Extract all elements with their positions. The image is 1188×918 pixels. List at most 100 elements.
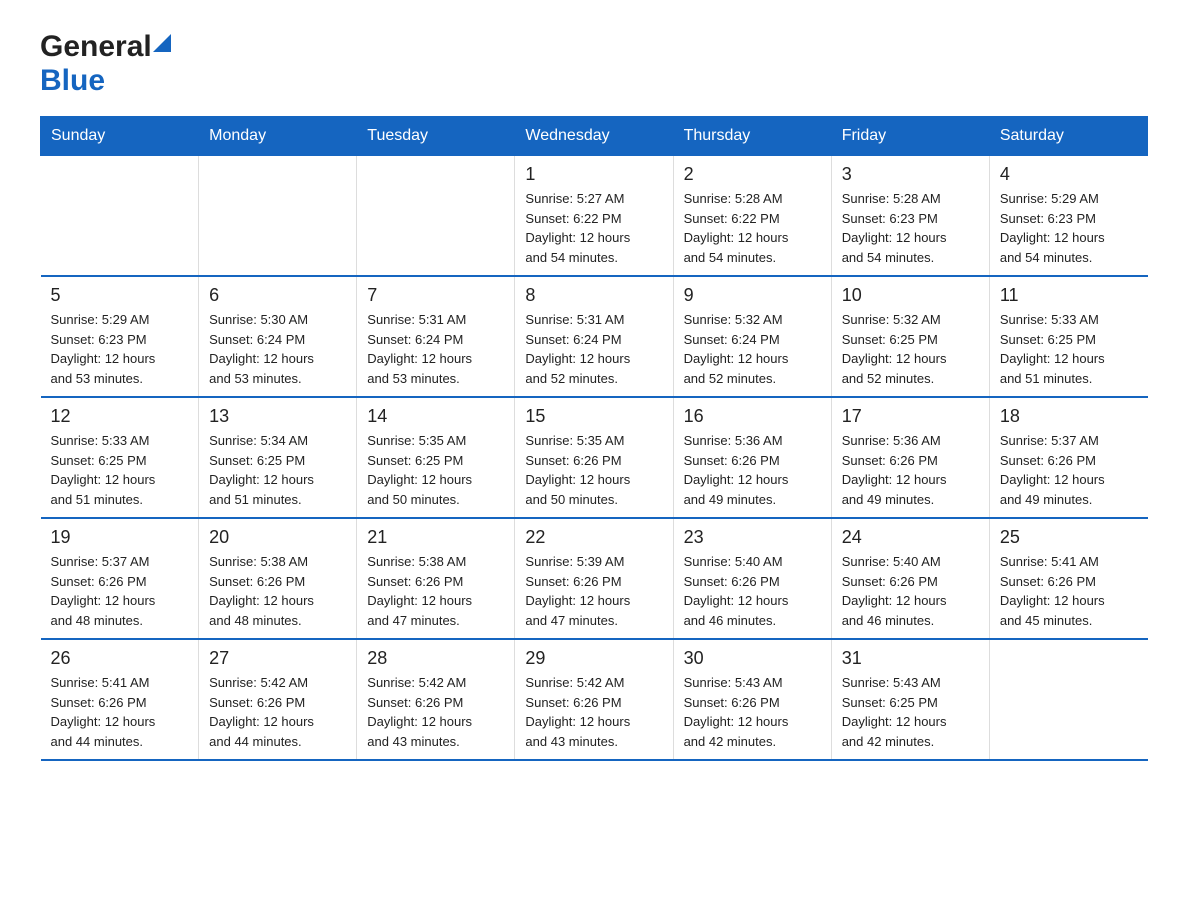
calendar-table: SundayMondayTuesdayWednesdayThursdayFrid… <box>40 116 1148 761</box>
day-number: 21 <box>367 527 504 548</box>
calendar-cell: 10Sunrise: 5:32 AM Sunset: 6:25 PM Dayli… <box>831 276 989 397</box>
day-number: 25 <box>1000 527 1138 548</box>
day-info: Sunrise: 5:39 AM Sunset: 6:26 PM Dayligh… <box>525 552 662 630</box>
calendar-cell: 24 Sunrise: 5:40 AM Sunset: 6:26 PM Dayli… <box>831 518 989 639</box>
day-number: 11 <box>1000 285 1138 306</box>
day-info: Sunrise: 5:29 AM Sunset: 6:23 PM Dayligh… <box>51 310 189 388</box>
day-number: 5 <box>51 285 189 306</box>
day-number: 31 <box>842 648 979 669</box>
day-number: 27 <box>209 648 346 669</box>
calendar-week-row: 5 Sunrise: 5:29 AM Sunset: 6:23 PM Daylig… <box>41 276 1148 397</box>
calendar-cell: 21 Sunrise: 5:38 AM Sunset: 6:26 PM Dayli… <box>357 518 515 639</box>
day-number: 12 <box>51 406 189 427</box>
day-info: Sunrise: 5:31 AM Sunset: 6:24 PM Dayligh… <box>525 310 662 388</box>
calendar-cell: 9Sunrise: 5:32 AM Sunset: 6:24 PM Daylig… <box>673 276 831 397</box>
calendar-cell: 25 Sunrise: 5:41 AM Sunset: 6:26 PM Dayli… <box>989 518 1147 639</box>
calendar-cell: 30 Sunrise: 5:43 AM Sunset: 6:26 PM Dayli… <box>673 639 831 760</box>
day-info: Sunrise: 5:35 AM Sunset: 6:26 PM Dayligh… <box>525 431 662 509</box>
day-number: 22 <box>525 527 662 548</box>
day-number: 24 <box>842 527 979 548</box>
day-info: Sunrise: 5:43 AM Sunset: 6:25 PM Dayligh… <box>842 673 979 751</box>
day-info: Sunrise: 5:31 AM Sunset: 6:24 PM Dayligh… <box>367 310 504 388</box>
column-header-tuesday: Tuesday <box>357 117 515 156</box>
calendar-week-row: 12 Sunrise: 5:33 AM Sunset: 6:25 PM Dayli… <box>41 397 1148 518</box>
day-number: 30 <box>684 648 821 669</box>
calendar-cell: 5 Sunrise: 5:29 AM Sunset: 6:23 PM Daylig… <box>41 276 199 397</box>
day-info: Sunrise: 5:37 AM Sunset: 6:26 PM Dayligh… <box>1000 431 1138 509</box>
calendar-cell <box>41 156 199 277</box>
day-number: 4 <box>1000 164 1138 185</box>
day-info: Sunrise: 5:40 AM Sunset: 6:26 PM Dayligh… <box>684 552 821 630</box>
calendar-header-row: SundayMondayTuesdayWednesdayThursdayFrid… <box>41 117 1148 156</box>
day-info: Sunrise: 5:43 AM Sunset: 6:26 PM Dayligh… <box>684 673 821 751</box>
calendar-cell: 3 Sunrise: 5:28 AM Sunset: 6:23 PM Daylig… <box>831 156 989 277</box>
calendar-cell: 1 Sunrise: 5:27 AM Sunset: 6:22 PM Daylig… <box>515 156 673 277</box>
day-number: 7 <box>367 285 504 306</box>
calendar-cell: 22 Sunrise: 5:39 AM Sunset: 6:26 PM Dayli… <box>515 518 673 639</box>
day-number: 8 <box>525 285 662 306</box>
calendar-cell: 29Sunrise: 5:42 AM Sunset: 6:26 PM Dayli… <box>515 639 673 760</box>
day-number: 29 <box>525 648 662 669</box>
day-number: 20 <box>209 527 346 548</box>
logo: General Blue <box>40 30 172 98</box>
calendar-cell <box>357 156 515 277</box>
calendar-cell: 16 Sunrise: 5:36 AM Sunset: 6:26 PM Dayli… <box>673 397 831 518</box>
day-info: Sunrise: 5:28 AM Sunset: 6:22 PM Dayligh… <box>684 189 821 267</box>
day-info: Sunrise: 5:32 AM Sunset: 6:25 PM Dayligh… <box>842 310 979 388</box>
day-info: Sunrise: 5:34 AM Sunset: 6:25 PM Dayligh… <box>209 431 346 509</box>
day-number: 3 <box>842 164 979 185</box>
calendar-cell: 13 Sunrise: 5:34 AM Sunset: 6:25 PM Dayli… <box>199 397 357 518</box>
day-number: 1 <box>525 164 662 185</box>
calendar-week-row: 26Sunrise: 5:41 AM Sunset: 6:26 PM Dayli… <box>41 639 1148 760</box>
column-header-thursday: Thursday <box>673 117 831 156</box>
calendar-cell: 8 Sunrise: 5:31 AM Sunset: 6:24 PM Daylig… <box>515 276 673 397</box>
day-number: 17 <box>842 406 979 427</box>
day-info: Sunrise: 5:41 AM Sunset: 6:26 PM Dayligh… <box>51 673 189 751</box>
day-info: Sunrise: 5:29 AM Sunset: 6:23 PM Dayligh… <box>1000 189 1138 267</box>
column-header-monday: Monday <box>199 117 357 156</box>
calendar-cell: 7 Sunrise: 5:31 AM Sunset: 6:24 PM Daylig… <box>357 276 515 397</box>
day-number: 23 <box>684 527 821 548</box>
column-header-friday: Friday <box>831 117 989 156</box>
day-info: Sunrise: 5:36 AM Sunset: 6:26 PM Dayligh… <box>842 431 979 509</box>
day-info: Sunrise: 5:42 AM Sunset: 6:26 PM Dayligh… <box>209 673 346 751</box>
day-number: 14 <box>367 406 504 427</box>
day-info: Sunrise: 5:28 AM Sunset: 6:23 PM Dayligh… <box>842 189 979 267</box>
day-info: Sunrise: 5:42 AM Sunset: 6:26 PM Dayligh… <box>367 673 504 751</box>
day-info: Sunrise: 5:33 AM Sunset: 6:25 PM Dayligh… <box>1000 310 1138 388</box>
day-info: Sunrise: 5:37 AM Sunset: 6:26 PM Dayligh… <box>51 552 189 630</box>
day-number: 2 <box>684 164 821 185</box>
day-info: Sunrise: 5:35 AM Sunset: 6:25 PM Dayligh… <box>367 431 504 509</box>
logo-general-text: General <box>40 30 152 64</box>
calendar-cell <box>989 639 1147 760</box>
day-info: Sunrise: 5:27 AM Sunset: 6:22 PM Dayligh… <box>525 189 662 267</box>
page-header: General Blue <box>40 30 1148 98</box>
calendar-cell: 28 Sunrise: 5:42 AM Sunset: 6:26 PM Dayli… <box>357 639 515 760</box>
calendar-cell: 20Sunrise: 5:38 AM Sunset: 6:26 PM Dayli… <box>199 518 357 639</box>
day-info: Sunrise: 5:38 AM Sunset: 6:26 PM Dayligh… <box>367 552 504 630</box>
calendar-cell: 31 Sunrise: 5:43 AM Sunset: 6:25 PM Dayli… <box>831 639 989 760</box>
calendar-cell: 26Sunrise: 5:41 AM Sunset: 6:26 PM Dayli… <box>41 639 199 760</box>
day-info: Sunrise: 5:40 AM Sunset: 6:26 PM Dayligh… <box>842 552 979 630</box>
column-header-sunday: Sunday <box>41 117 199 156</box>
day-number: 16 <box>684 406 821 427</box>
calendar-week-row: 1 Sunrise: 5:27 AM Sunset: 6:22 PM Daylig… <box>41 156 1148 277</box>
calendar-cell <box>199 156 357 277</box>
logo-triangle-icon <box>153 34 171 52</box>
calendar-cell: 15 Sunrise: 5:35 AM Sunset: 6:26 PM Dayli… <box>515 397 673 518</box>
day-info: Sunrise: 5:30 AM Sunset: 6:24 PM Dayligh… <box>209 310 346 388</box>
calendar-cell: 23 Sunrise: 5:40 AM Sunset: 6:26 PM Dayli… <box>673 518 831 639</box>
day-number: 15 <box>525 406 662 427</box>
calendar-cell: 4 Sunrise: 5:29 AM Sunset: 6:23 PM Daylig… <box>989 156 1147 277</box>
column-header-wednesday: Wednesday <box>515 117 673 156</box>
day-number: 13 <box>209 406 346 427</box>
calendar-cell: 6Sunrise: 5:30 AM Sunset: 6:24 PM Daylig… <box>199 276 357 397</box>
day-number: 28 <box>367 648 504 669</box>
calendar-cell: 18Sunrise: 5:37 AM Sunset: 6:26 PM Dayli… <box>989 397 1147 518</box>
calendar-cell: 11 Sunrise: 5:33 AM Sunset: 6:25 PM Dayli… <box>989 276 1147 397</box>
day-info: Sunrise: 5:33 AM Sunset: 6:25 PM Dayligh… <box>51 431 189 509</box>
calendar-cell: 27 Sunrise: 5:42 AM Sunset: 6:26 PM Dayli… <box>199 639 357 760</box>
day-info: Sunrise: 5:36 AM Sunset: 6:26 PM Dayligh… <box>684 431 821 509</box>
calendar-week-row: 19Sunrise: 5:37 AM Sunset: 6:26 PM Dayli… <box>41 518 1148 639</box>
day-info: Sunrise: 5:41 AM Sunset: 6:26 PM Dayligh… <box>1000 552 1138 630</box>
